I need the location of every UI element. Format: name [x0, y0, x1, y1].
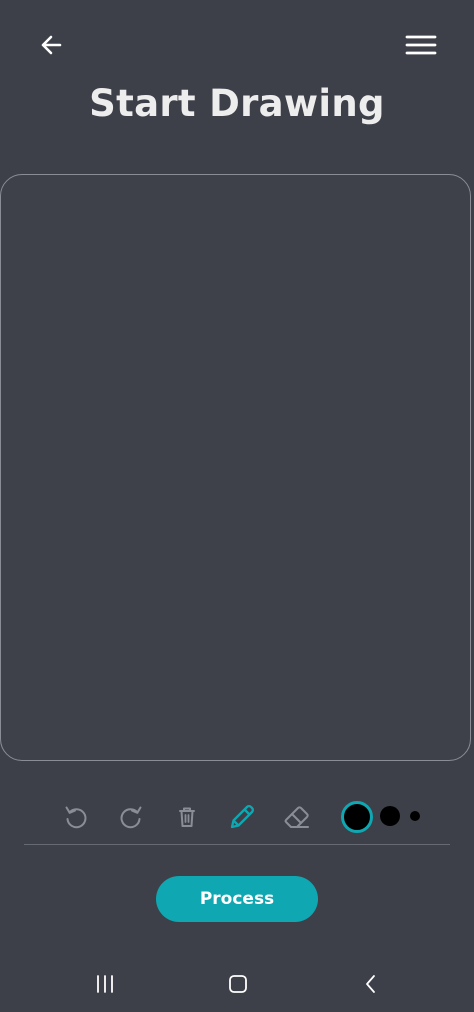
arrow-left-icon [41, 35, 62, 55]
delete-button[interactable] [170, 800, 204, 834]
redo-icon [120, 806, 142, 829]
drawing-screen: Start Drawing Process [0, 0, 474, 1012]
recent-apps-button[interactable] [88, 968, 122, 1000]
brush-size-large[interactable] [341, 801, 373, 833]
eraser-icon [284, 806, 309, 828]
undo-button[interactable] [59, 800, 93, 834]
pencil-button[interactable] [225, 800, 259, 834]
drawing-canvas[interactable] [0, 174, 471, 761]
menu-button[interactable] [404, 30, 438, 60]
brush-size-small[interactable] [410, 811, 420, 821]
home-button[interactable] [221, 968, 255, 1000]
toolbar-divider [24, 844, 450, 845]
process-button[interactable]: Process [156, 876, 318, 922]
hamburger-menu-icon [405, 35, 437, 55]
undo-icon [65, 806, 87, 829]
pencil-icon [230, 805, 254, 829]
system-back-icon [366, 975, 375, 993]
recent-apps-icon [97, 975, 113, 993]
page-title: Start Drawing [89, 82, 385, 125]
brush-size-medium[interactable] [380, 806, 400, 826]
trash-icon [179, 807, 195, 827]
system-back-button[interactable] [354, 968, 388, 1000]
back-button[interactable] [36, 30, 66, 60]
home-icon [229, 975, 247, 993]
eraser-button[interactable] [280, 800, 314, 834]
redo-button[interactable] [114, 800, 148, 834]
